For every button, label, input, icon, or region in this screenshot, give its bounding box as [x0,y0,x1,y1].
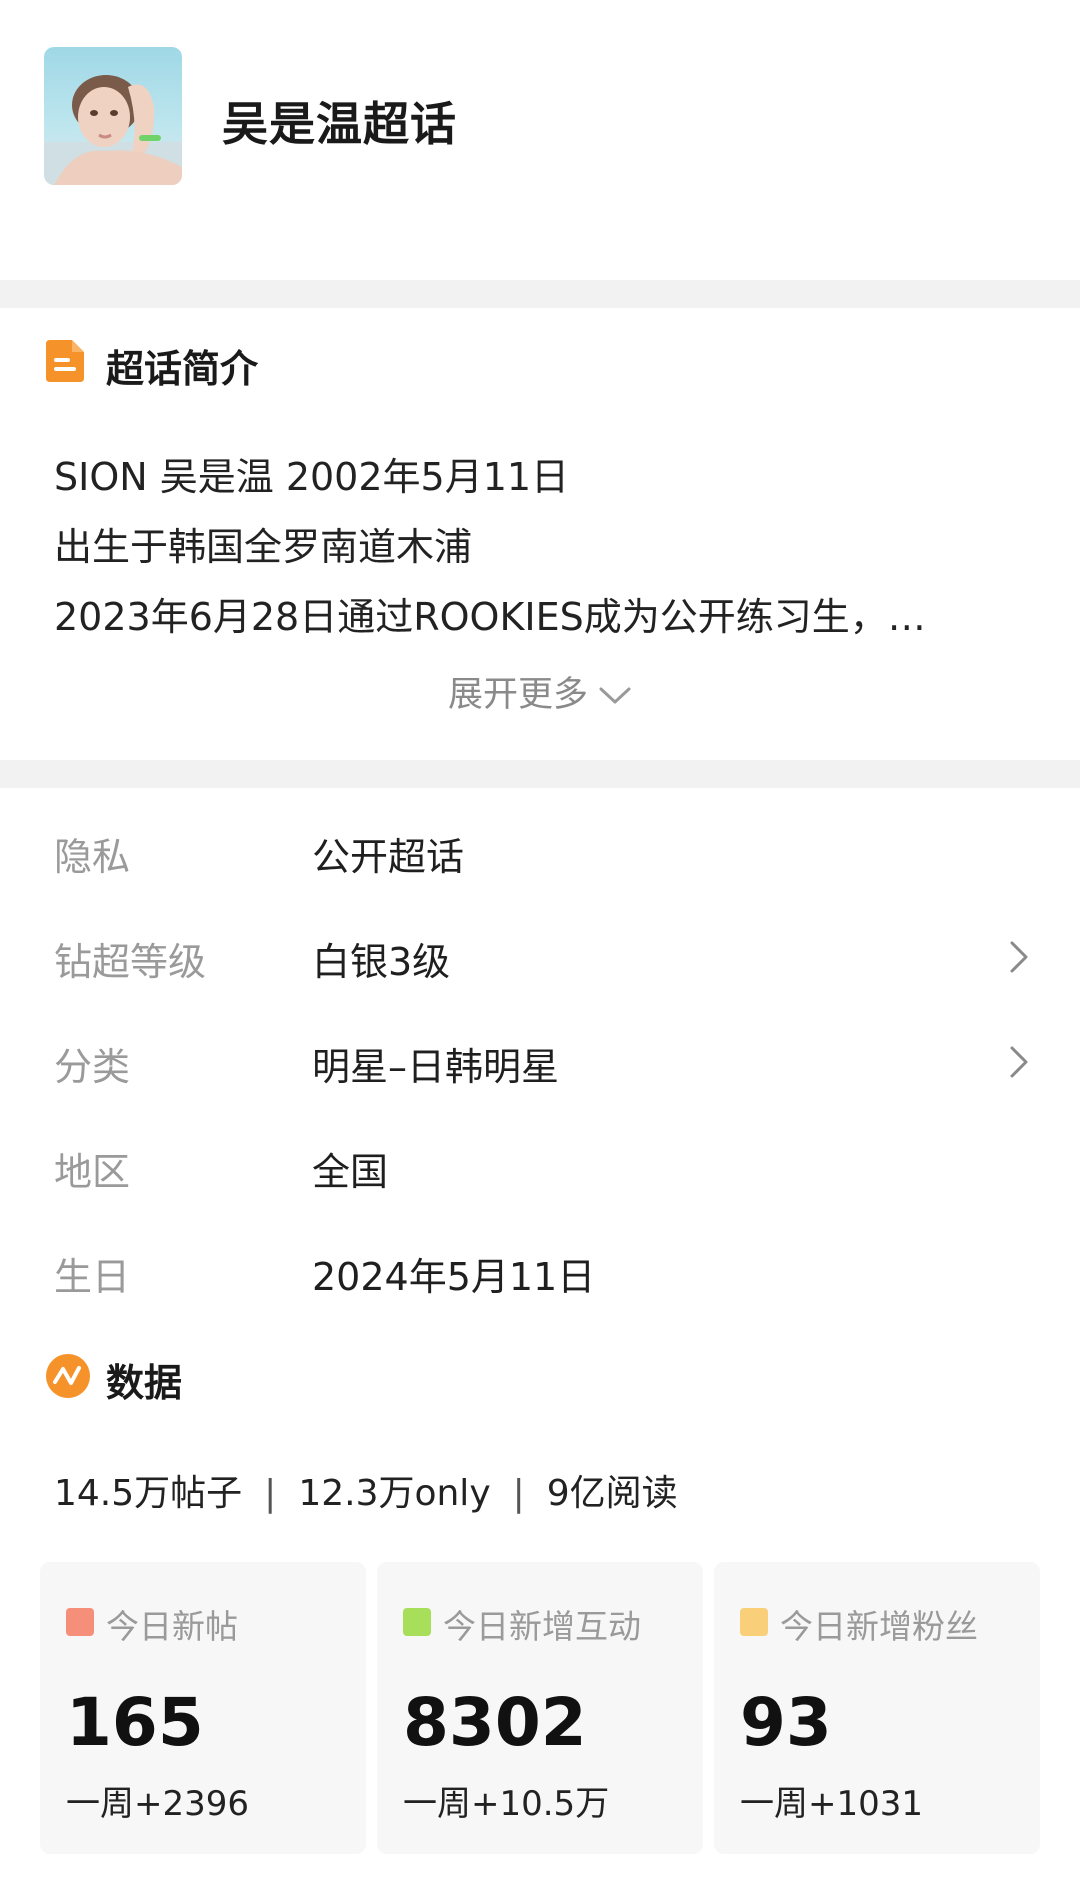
stats-cards: 今日新帖 165 一周+2396 今日新增互动 8302 一周+10.5万 今日… [40,1562,1040,1854]
expand-more-button[interactable]: 展开更多 [0,666,1080,717]
card-new-fans[interactable]: 今日新增粉丝 93 一周+1031 [714,1562,1040,1854]
row-value: 明星–日韩明星 [312,1045,560,1089]
card-color-dot [403,1608,431,1636]
card-new-interactions[interactable]: 今日新增互动 8302 一周+10.5万 [377,1562,703,1854]
info-row-birthday: 生日 2024年5月11日 [0,1238,1080,1308]
section-divider [0,760,1080,788]
stat-separator: | [512,1473,525,1514]
stats-summary: 14.5万帖子 | 12.3万only | 9亿阅读 [54,1464,678,1516]
info-row-level[interactable]: 钻超等级 白银3级 [0,923,1080,993]
row-value: 公开超话 [312,835,465,879]
row-value: 全国 [312,1150,389,1194]
chevron-right-icon [1010,941,1028,973]
stat-separator: | [264,1473,277,1514]
info-row-category[interactable]: 分类 明星–日韩明星 [0,1028,1080,1098]
trend-icon [46,1354,90,1398]
chevron-right-icon [1010,1046,1028,1078]
info-section: 隐私 公开超话 钻超等级 白银3级 分类 明星–日韩明星 地区 全国 生日 20… [0,788,1080,1896]
intro-title: 超话简介 [106,347,259,391]
row-label: 钻超等级 [54,940,207,984]
row-label: 分类 [54,1045,131,1089]
section-divider [0,280,1080,308]
expand-more-label: 展开更多 [447,675,588,715]
data-title: 数据 [106,1361,183,1405]
info-row-privacy: 隐私 公开超话 [0,818,1080,888]
stat-posts: 14.5万帖子 [54,1473,243,1514]
card-value: 165 [66,1684,204,1761]
card-value: 93 [740,1684,832,1761]
chevron-down-icon [599,687,631,704]
card-label: 今日新帖 [106,1607,238,1646]
document-icon [46,340,84,382]
avatar-photo [44,47,182,185]
intro-section: 超话简介 SION 吴是温 2002年5月11日 出生于韩国全罗南道木浦 202… [0,308,1080,760]
row-label: 地区 [54,1150,131,1194]
card-week: 一周+2396 [66,1784,250,1824]
card-week: 一周+10.5万 [403,1784,610,1824]
stat-only: 12.3万only [298,1473,491,1514]
info-row-region: 地区 全国 [0,1133,1080,1203]
card-week: 一周+1031 [740,1784,924,1824]
card-color-dot [66,1608,94,1636]
topic-title: 吴是温超话 [222,97,457,151]
intro-line: SION 吴是温 2002年5月11日 [54,455,570,499]
intro-text: SION 吴是温 2002年5月11日 出生于韩国全罗南道木浦 2023年6月2… [54,442,1014,652]
card-value: 8302 [403,1684,587,1761]
row-value: 2024年5月11日 [312,1255,596,1299]
topic-avatar[interactable] [44,47,182,185]
row-label: 隐私 [54,835,131,879]
card-new-posts[interactable]: 今日新帖 165 一周+2396 [40,1562,366,1854]
card-label: 今日新增粉丝 [780,1607,978,1646]
intro-line: 2023年6月28日通过ROOKIES成为公开练习生，… [54,595,926,639]
card-label: 今日新增互动 [443,1607,641,1646]
row-label: 生日 [54,1255,131,1299]
row-value: 白银3级 [312,940,451,984]
card-color-dot [740,1608,768,1636]
intro-line: 出生于韩国全罗南道木浦 [54,525,473,569]
stat-reads: 9亿阅读 [546,1473,678,1514]
topic-header: 吴是温超话 [0,0,1080,280]
